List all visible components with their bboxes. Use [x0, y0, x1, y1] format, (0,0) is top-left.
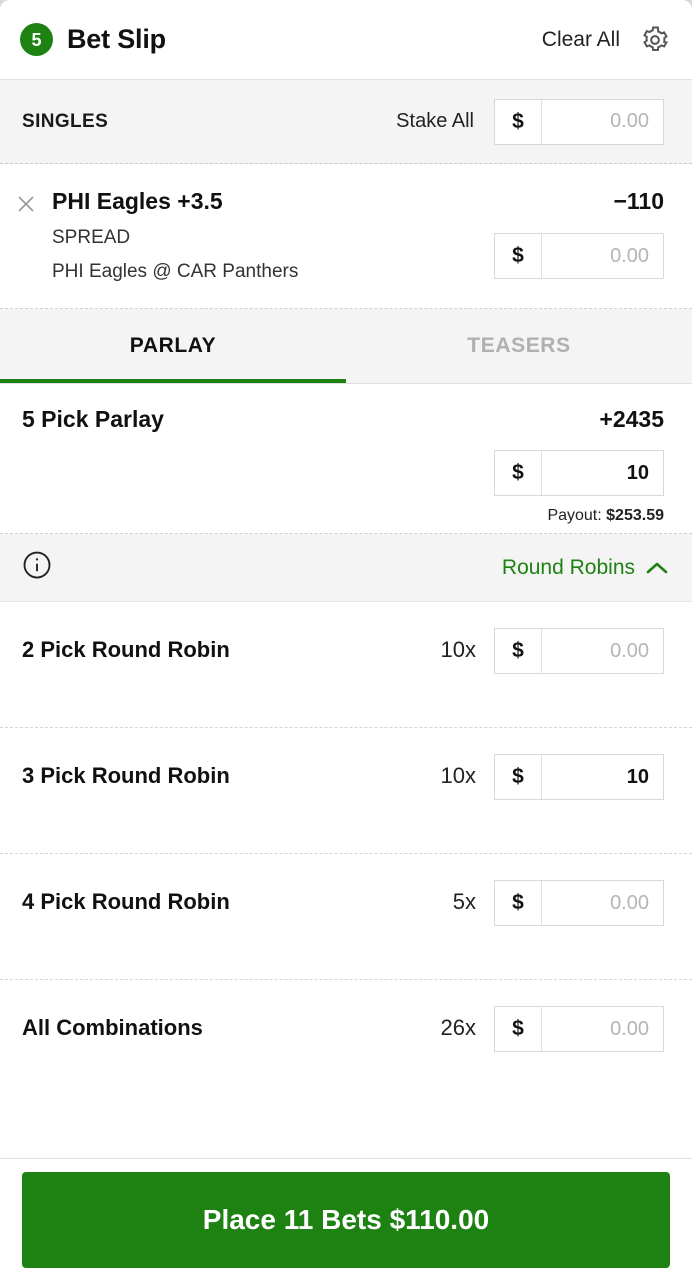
round-robin-stake-input[interactable]: $ 0.00: [494, 628, 664, 674]
round-robin-stake-value[interactable]: 10: [542, 755, 663, 799]
parlay-name: 5 Pick Parlay: [22, 406, 164, 432]
payout-value: $253.59: [606, 507, 664, 524]
round-robin-stake-input[interactable]: $ 10: [494, 754, 664, 800]
single-bet-stake-value[interactable]: 0.00: [542, 234, 663, 278]
round-robin-name: 4 Pick Round Robin: [22, 889, 230, 914]
bet-market: SPREAD: [52, 227, 131, 248]
bet-count-badge: 5: [20, 23, 53, 56]
place-bets-button[interactable]: Place 11 Bets $110.00: [22, 1171, 670, 1268]
round-robin-stake-value[interactable]: 0.00: [542, 629, 663, 673]
round-robin-name: All Combinations: [22, 1015, 203, 1040]
currency-symbol: $: [495, 629, 542, 673]
round-robin-row: 3 Pick Round Robin 10x $ 10: [0, 728, 692, 854]
bet-slip-header: 5 Bet Slip Clear All: [0, 0, 692, 80]
bet-slip-panel: 5 Bet Slip Clear All SINGLES Stake All $…: [0, 0, 692, 1280]
round-robin-name: 3 Pick Round Robin: [22, 763, 230, 788]
round-robin-stake-input[interactable]: $ 0.00: [494, 880, 664, 926]
bet-type-tabs: PARLAY TEASERS: [0, 309, 692, 384]
singles-label: SINGLES: [22, 110, 109, 132]
round-robin-name: 2 Pick Round Robin: [22, 637, 230, 662]
currency-symbol: $: [495, 881, 542, 925]
parlay-payout: Payout: $253.59: [547, 507, 664, 525]
parlay-stake-input[interactable]: $ 10: [494, 450, 664, 496]
round-robin-list: 2 Pick Round Robin 10x $ 0.00 3 Pick Rou…: [0, 602, 692, 1158]
parlay-right-group: +2435 $ 10 Payout: $253.59: [494, 406, 664, 533]
stake-all-label: Stake All: [396, 110, 474, 132]
clear-all-button[interactable]: Clear All: [542, 28, 620, 52]
round-robin-stake-value[interactable]: 0.00: [542, 881, 663, 925]
single-bet-right: −110 $ 0.00: [494, 188, 664, 308]
singles-section-header: SINGLES Stake All $ 0.00: [0, 80, 692, 164]
bet-selection: PHI Eagles +3.5: [52, 188, 223, 214]
bet-event: PHI Eagles @ CAR Panthers: [52, 261, 299, 282]
currency-symbol: $: [495, 234, 542, 278]
round-robin-multiplier: 5x: [452, 889, 476, 914]
round-robins-toggle[interactable]: Round Robins: [502, 556, 668, 580]
stake-all-input[interactable]: $ 0.00: [494, 98, 664, 145]
tab-teasers[interactable]: TEASERS: [346, 309, 692, 383]
header-right-group: Clear All: [542, 25, 670, 55]
gear-icon[interactable]: [640, 25, 670, 55]
round-robin-stake-value[interactable]: 0.00: [542, 1007, 663, 1051]
parlay-stake-value[interactable]: 10: [542, 451, 663, 495]
round-robin-multiplier: 10x: [440, 637, 476, 662]
round-robin-stake-input[interactable]: $ 0.00: [494, 1006, 664, 1052]
bet-odds: −110: [613, 188, 664, 214]
parlay-row: 5 Pick Parlay +2435 $ 10 Payout: $253.59: [0, 384, 692, 534]
tab-parlay[interactable]: PARLAY: [0, 309, 346, 383]
currency-symbol: $: [495, 99, 542, 144]
header-left-group: 5 Bet Slip: [20, 23, 166, 56]
round-robins-label: Round Robins: [501, 555, 635, 579]
round-robin-row: 2 Pick Round Robin 10x $ 0.00: [0, 602, 692, 728]
parlay-odds: +2435: [599, 406, 664, 432]
single-bet-row: PHI Eagles +3.5 SPREAD PHI Eagles @ CAR …: [0, 164, 692, 309]
round-robin-multiplier: 26x: [440, 1015, 476, 1040]
currency-symbol: $: [495, 451, 542, 495]
chevron-up-icon: [646, 561, 668, 575]
round-robins-bar: Round Robins: [0, 534, 692, 602]
currency-symbol: $: [495, 755, 542, 799]
page-title: Bet Slip: [67, 24, 166, 54]
round-robin-row: 4 Pick Round Robin 5x $ 0.00: [0, 854, 692, 980]
round-robin-row: All Combinations 26x $ 0.00: [0, 980, 692, 1106]
info-icon[interactable]: [22, 550, 52, 585]
single-bet-info: PHI Eagles +3.5 SPREAD PHI Eagles @ CAR …: [52, 188, 494, 308]
payout-label: Payout:: [547, 507, 602, 524]
bet-slip-footer: Place 11 Bets $110.00: [0, 1158, 692, 1280]
round-robin-multiplier: 10x: [440, 763, 476, 788]
close-icon[interactable]: [14, 188, 38, 308]
single-bet-stake-input[interactable]: $ 0.00: [494, 233, 664, 279]
currency-symbol: $: [495, 1007, 542, 1051]
stake-all-value[interactable]: 0.00: [542, 100, 663, 144]
